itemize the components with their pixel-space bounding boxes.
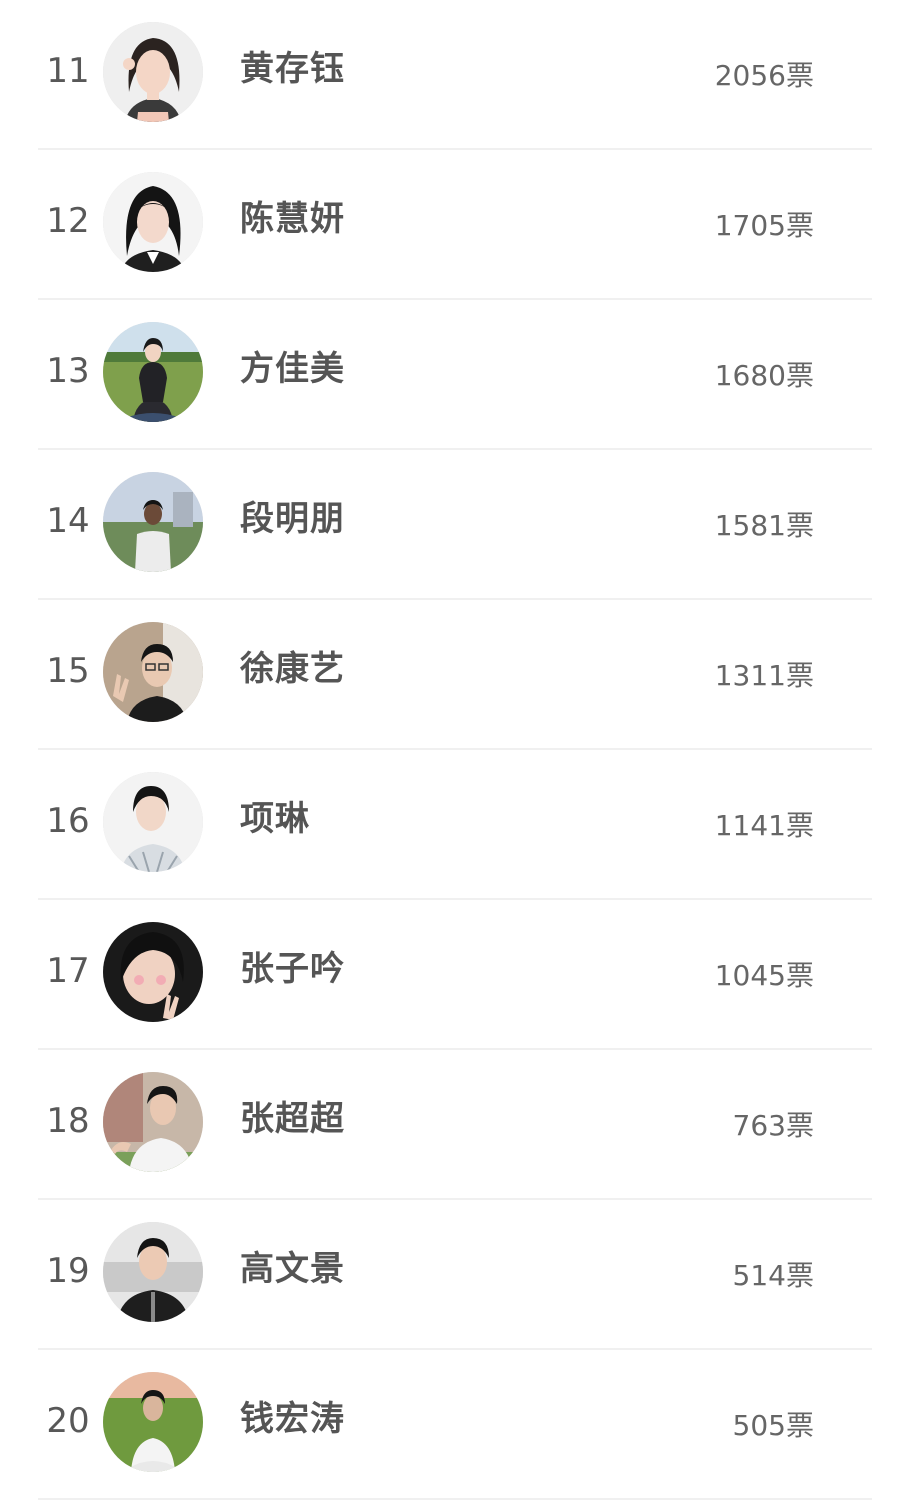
ranking-row[interactable]: 12 陈慧妍 1705票: [0, 150, 900, 300]
contestant-name: 徐康艺: [240, 649, 345, 689]
avatar[interactable]: [103, 922, 203, 1022]
rank-number: 14: [46, 501, 90, 541]
contestant-name: 高文景: [240, 1249, 345, 1289]
avatar-photo-icon: [103, 1072, 203, 1172]
contestant-name: 段明朋: [240, 499, 345, 539]
avatar-photo-icon: [103, 22, 203, 122]
rank-number: 18: [46, 1101, 90, 1141]
rank-number: 13: [46, 351, 90, 391]
divider: [38, 1498, 872, 1500]
ranking-row[interactable]: 17 张子吟 1045票: [0, 900, 900, 1050]
ranking-row[interactable]: 16 项琳 1141票: [0, 750, 900, 900]
contestant-name: 钱宏涛: [240, 1399, 345, 1439]
rank-number: 11: [46, 51, 90, 91]
ranking-row[interactable]: 13 方佳美 1680票: [0, 300, 900, 450]
vote-count: 763票: [732, 1109, 814, 1142]
vote-count: 2056票: [714, 59, 814, 92]
vote-count: 505票: [732, 1409, 814, 1442]
avatar-photo-icon: [103, 622, 203, 722]
avatar-photo-icon: [103, 322, 203, 422]
rank-number: 19: [46, 1251, 90, 1291]
avatar-photo-icon: [103, 1222, 203, 1322]
avatar-photo-icon: [103, 772, 203, 872]
avatar[interactable]: [103, 622, 203, 722]
avatar-photo-icon: [103, 922, 203, 1022]
rank-number: 16: [46, 801, 90, 841]
avatar[interactable]: [103, 22, 203, 122]
avatar-photo-icon: [103, 172, 203, 272]
contestant-name: 黄存钰: [240, 49, 345, 89]
vote-count: 1581票: [714, 509, 814, 542]
contestant-name: 陈慧妍: [240, 199, 345, 239]
contestant-name: 张超超: [240, 1099, 345, 1139]
contestant-name: 方佳美: [240, 349, 345, 389]
avatar[interactable]: [103, 322, 203, 422]
rank-number: 12: [46, 201, 90, 241]
avatar[interactable]: [103, 472, 203, 572]
vote-count: 1045票: [714, 959, 814, 992]
avatar-photo-icon: [103, 472, 203, 572]
ranking-row[interactable]: 11 黄存钰 2056票: [0, 0, 900, 150]
vote-count: 1141票: [714, 809, 814, 842]
vote-count: 1311票: [714, 659, 814, 692]
avatar[interactable]: [103, 1222, 203, 1322]
avatar[interactable]: [103, 772, 203, 872]
ranking-list: 11 黄存钰 2056票 12 陈慧妍 1705票 13 方佳美 1680票 1…: [0, 0, 900, 1510]
vote-count: 1680票: [714, 359, 814, 392]
avatar[interactable]: [103, 1372, 203, 1472]
avatar-photo-icon: [103, 1372, 203, 1472]
vote-count: 514票: [732, 1259, 814, 1292]
rank-number: 17: [46, 951, 90, 991]
avatar[interactable]: [103, 1072, 203, 1172]
rank-number: 15: [46, 651, 90, 691]
vote-count: 1705票: [714, 209, 814, 242]
ranking-row[interactable]: 18 张超超 763票: [0, 1050, 900, 1200]
rank-number: 20: [46, 1401, 90, 1441]
ranking-row[interactable]: 14 段明朋 1581票: [0, 450, 900, 600]
ranking-row[interactable]: 19 高文景 514票: [0, 1200, 900, 1350]
avatar[interactable]: [103, 172, 203, 272]
contestant-name: 张子吟: [240, 949, 345, 989]
contestant-name: 项琳: [240, 799, 310, 839]
ranking-row[interactable]: 20 钱宏涛 505票: [0, 1350, 900, 1500]
ranking-row[interactable]: 15 徐康艺 1311票: [0, 600, 900, 750]
